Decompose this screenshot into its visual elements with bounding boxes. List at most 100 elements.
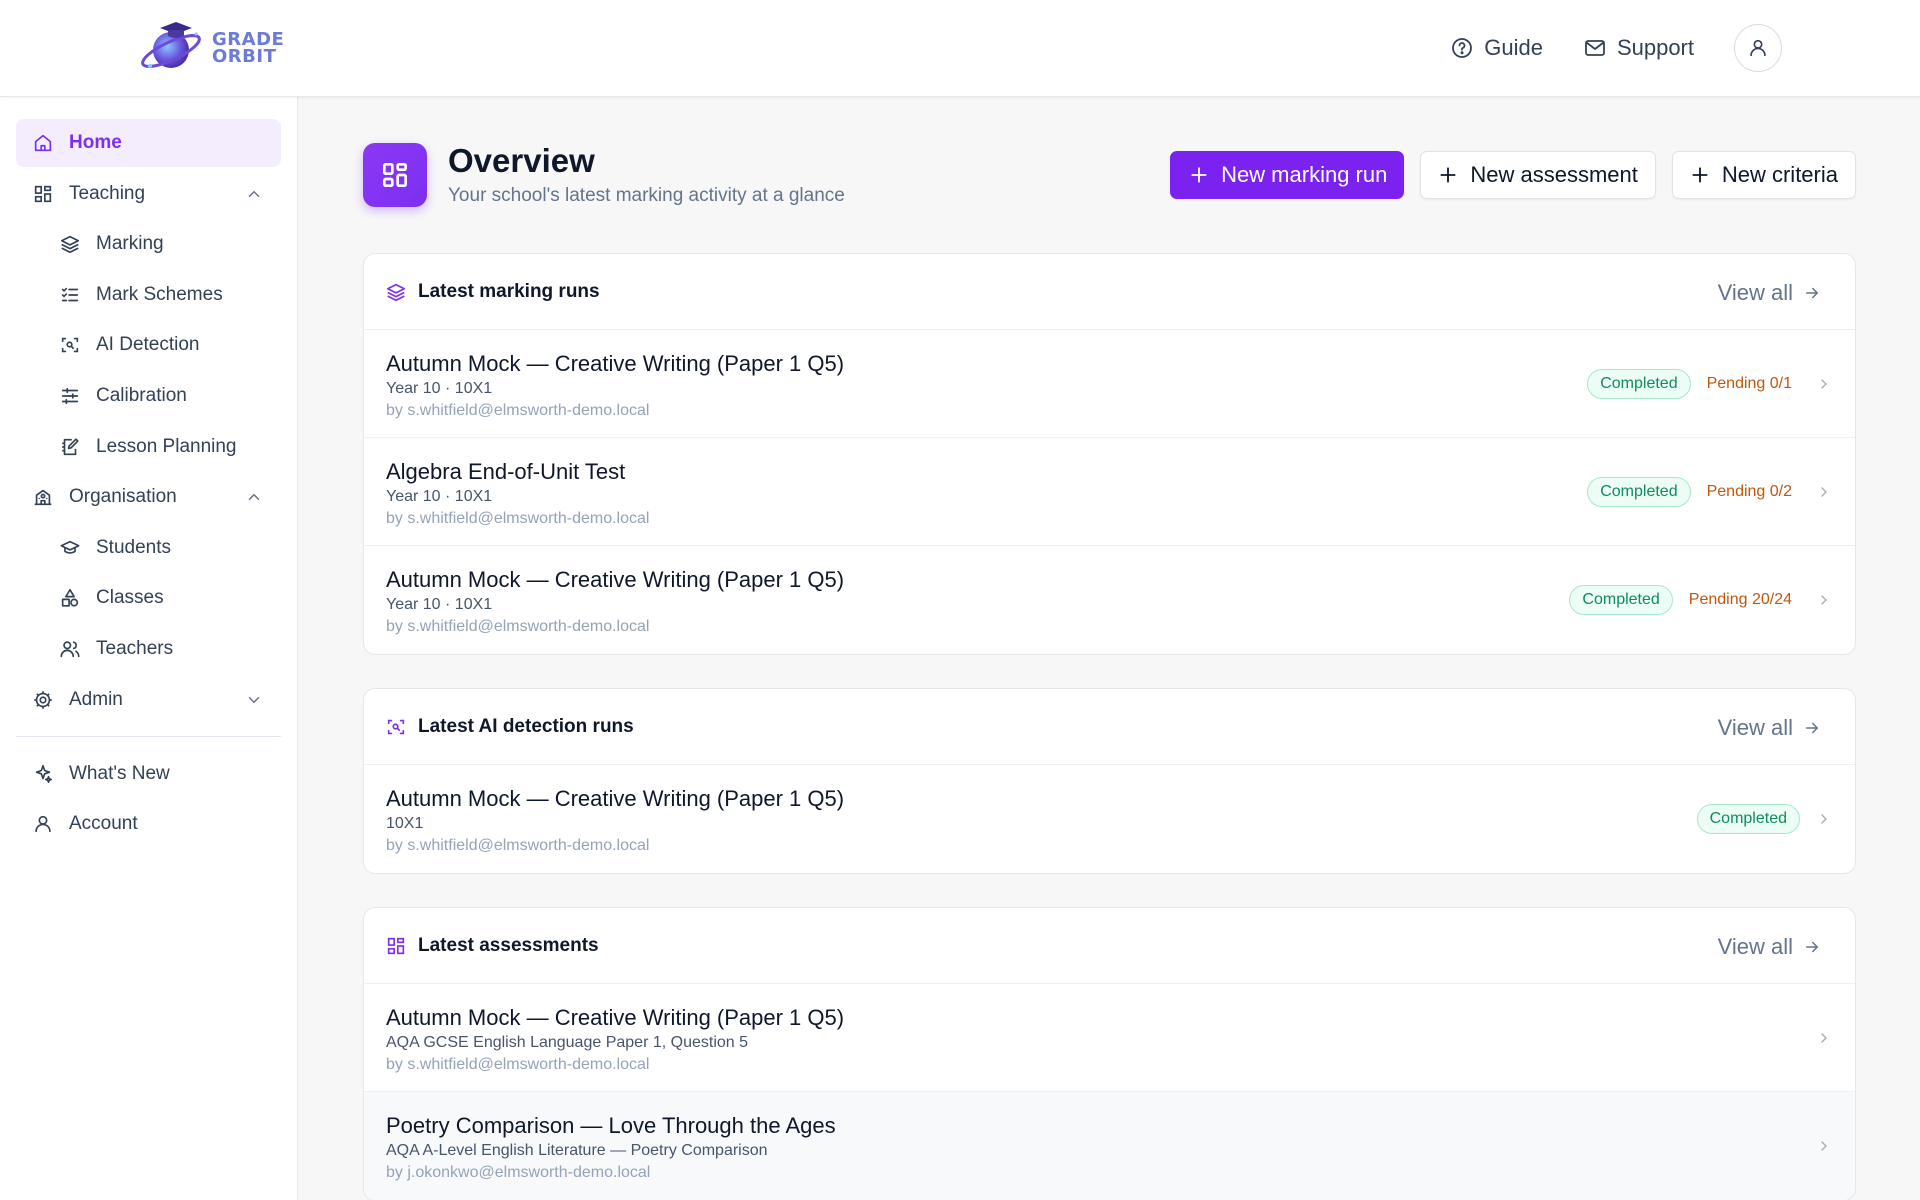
sidebar-item-label: Mark Schemes — [96, 283, 223, 305]
brand-wordmark: GRADE ORBIT — [212, 31, 284, 66]
page-actions: New marking run New assessment New crite… — [1170, 151, 1856, 199]
sidebar-item-organisation[interactable]: Organisation — [16, 473, 281, 521]
row-author: by s.whitfield@elmsworth-demo.local — [386, 837, 650, 854]
card-title: Latest AI detection runs — [418, 715, 634, 737]
page-subtitle: Your school's latest marking activity at… — [448, 185, 845, 206]
new-marking-run-button[interactable]: New marking run — [1170, 151, 1405, 199]
notebook-pen-icon — [62, 437, 79, 455]
guide-link[interactable]: Guide — [1450, 35, 1543, 61]
pending-count: Pending 0/1 — [1706, 374, 1792, 392]
scan-search-icon — [387, 719, 405, 734]
mail-icon — [1585, 40, 1605, 56]
school-building-icon — [34, 489, 52, 506]
row-status: Completed Pending 0/1 — [1587, 330, 1832, 437]
plus-icon — [1191, 167, 1207, 183]
sidebar-item-teachers[interactable]: Teachers — [16, 625, 281, 673]
view-all-link[interactable]: View all — [1718, 280, 1821, 306]
list-checks-icon — [61, 287, 79, 302]
sidebar-item-label: Organisation — [69, 486, 177, 508]
sidebar-item-label: Classes — [96, 587, 164, 609]
list-item[interactable]: Autumn Mock — Creative Writing (Paper 1 … — [364, 765, 1855, 873]
card-title: Latest marking runs — [418, 280, 600, 302]
button-label: New assessment — [1470, 162, 1638, 187]
sidebar-item-classes[interactable]: Classes — [16, 574, 281, 622]
dashboard-grid-icon — [34, 185, 52, 202]
sidebar-item-students[interactable]: Students — [16, 524, 281, 572]
overview-icon — [363, 143, 427, 207]
sparkles-icon — [35, 764, 53, 783]
sidebar-item-label: Admin — [69, 688, 123, 710]
latest-marking-runs-card: Latest marking runs View all Autumn Mock… — [363, 253, 1856, 655]
row-title: Autumn Mock — Creative Writing (Paper 1 … — [386, 1005, 845, 1030]
chevron-up-icon — [248, 190, 260, 197]
list-item[interactable]: Algebra End-of-Unit Test Year 10 · 10X1 … — [364, 438, 1855, 546]
sidebar-item-ai-detection[interactable]: AI Detection — [16, 321, 281, 369]
plus-icon — [1692, 167, 1708, 183]
card-header: Latest AI detection runs View all — [364, 689, 1855, 765]
sidebar-item-mark-schemes[interactable]: Mark Schemes — [16, 271, 281, 319]
sidebar-item-teaching[interactable]: Teaching — [16, 170, 281, 218]
sidebar-item-home[interactable]: Home — [16, 119, 281, 167]
home-icon — [34, 134, 52, 152]
dashboard-grid-icon — [383, 163, 407, 187]
users-icon — [60, 641, 80, 658]
arrow-right-icon — [1806, 287, 1819, 299]
layers-icon — [386, 283, 406, 301]
row-status: Completed Pending 0/2 — [1587, 438, 1832, 545]
status-badge: Completed — [1569, 585, 1673, 615]
top-bar: GRADE ORBIT Guide Support — [0, 0, 1920, 97]
sidebar-item-account[interactable]: Account — [16, 800, 281, 848]
chevron-right-icon — [1821, 378, 1827, 389]
view-all-link[interactable]: View all — [1718, 715, 1821, 741]
view-all-link[interactable]: View all — [1718, 934, 1821, 960]
row-meta: AQA A-Level English Literature — Poetry … — [386, 1142, 768, 1159]
sidebar-item-label: AI Detection — [96, 334, 200, 356]
card-title: Latest assessments — [418, 934, 599, 956]
row-title: Autumn Mock — Creative Writing (Paper 1 … — [386, 786, 845, 811]
status-badge: Completed — [1696, 804, 1800, 834]
gear-icon — [34, 690, 52, 709]
sidebar-item-label: Calibration — [96, 384, 187, 406]
pending-count: Pending 20/24 — [1688, 591, 1792, 608]
support-link[interactable]: Support — [1583, 35, 1694, 61]
list-item[interactable]: Autumn Mock — Creative Writing (Paper 1 … — [364, 546, 1855, 654]
sidebar-item-admin[interactable]: Admin — [16, 676, 281, 724]
sidebar-item-whats-new[interactable]: What's New — [16, 750, 281, 798]
button-label: New marking run — [1221, 162, 1388, 187]
list-item[interactable]: Autumn Mock — Creative Writing (Paper 1 … — [364, 330, 1855, 438]
row-meta: 10X1 — [386, 815, 424, 832]
sidebar-item-lesson-planning[interactable]: Lesson Planning — [16, 423, 281, 471]
brand-logo[interactable]: GRADE ORBIT — [138, 18, 284, 78]
sidebar-item-calibration[interactable]: Calibration — [16, 372, 281, 420]
row-author: by j.okonkwo@elmsworth-demo.local — [386, 1164, 651, 1181]
row-status: Completed — [1696, 765, 1832, 873]
new-assessment-button[interactable]: New assessment — [1420, 151, 1656, 199]
layers-icon — [60, 236, 80, 254]
sidebar-item-label: Teaching — [69, 182, 146, 204]
sliders-icon — [61, 387, 79, 405]
sidebar-item-label: Teachers — [96, 637, 174, 659]
shapes-icon — [61, 589, 79, 607]
sidebar-item-label: Marking — [96, 233, 164, 255]
help-circle-icon — [1452, 38, 1473, 58]
user-icon — [35, 815, 51, 833]
sidebar-item-label: What's New — [69, 762, 170, 784]
status-badge: Completed — [1587, 368, 1691, 399]
chevron-up-icon — [248, 493, 260, 501]
new-criteria-button[interactable]: New criteria — [1671, 151, 1856, 199]
pending-count: Pending 0/2 — [1706, 482, 1792, 500]
plus-icon — [1440, 167, 1456, 183]
sidebar-item-label: Students — [96, 536, 171, 558]
list-item[interactable]: Autumn Mock — Creative Writing (Paper 1 … — [364, 984, 1855, 1092]
arrow-right-icon — [1806, 722, 1819, 734]
sidebar-item-marking[interactable]: Marking — [16, 220, 281, 268]
list-item[interactable]: Poetry Comparison — Love Through the Age… — [364, 1092, 1855, 1200]
chevron-right-icon — [1821, 814, 1827, 824]
card-header: Latest marking runs View all — [364, 254, 1855, 330]
chevron-right-icon — [1821, 1141, 1827, 1151]
latest-assessments-card: Latest assessments View all Autumn Mock … — [363, 907, 1856, 1200]
status-badge: Completed — [1587, 476, 1691, 507]
row-status: Completed Pending 20/24 — [1569, 546, 1832, 654]
view-all-label: View all — [1717, 934, 1793, 959]
user-menu-button[interactable] — [1734, 24, 1782, 72]
